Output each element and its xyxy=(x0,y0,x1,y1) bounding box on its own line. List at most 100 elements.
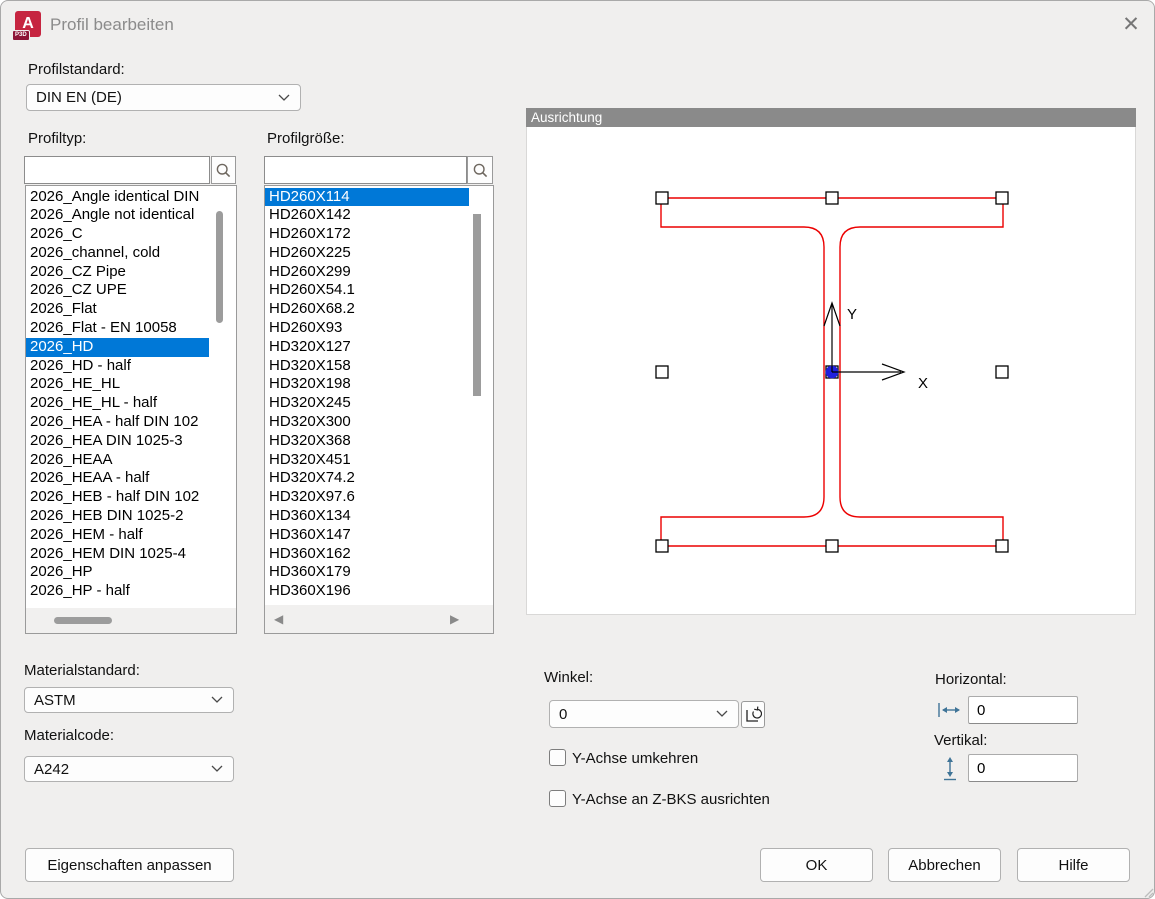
magnifier-icon xyxy=(472,162,489,179)
material-code-label: Materialcode: xyxy=(24,727,114,744)
profile-standard-label: Profilstandard: xyxy=(28,61,125,78)
profile-type-search-input[interactable] xyxy=(24,156,210,184)
list-item[interactable]: 2026_HP xyxy=(26,563,209,582)
window-title: Profil bearbeiten xyxy=(50,15,174,35)
list-item[interactable]: HD260X142 xyxy=(265,206,469,225)
list-item[interactable]: 2026_channel, cold xyxy=(26,244,209,263)
list-item[interactable]: HD260X54.1 xyxy=(265,281,469,300)
list-item[interactable]: HD360X162 xyxy=(265,545,469,564)
list-item[interactable]: HD360X147 xyxy=(265,526,469,545)
list-item[interactable]: 2026_Angle not identical xyxy=(26,206,209,225)
horizontal-offset-icon xyxy=(937,702,964,718)
profile-standard-select[interactable]: DIN EN (DE) xyxy=(26,84,301,111)
list-item[interactable]: 2026_HE_HL - half xyxy=(26,394,209,413)
list-item[interactable]: HD320X451 xyxy=(265,451,469,470)
list-item[interactable]: HD260X299 xyxy=(265,263,469,282)
angle-select[interactable]: 0 xyxy=(549,700,739,728)
vertical-label: Vertikal: xyxy=(934,732,987,749)
list-item[interactable]: HD360X134 xyxy=(265,507,469,526)
list-item[interactable]: 2026_CZ UPE xyxy=(26,281,209,300)
list-item[interactable]: HD260X172 xyxy=(265,225,469,244)
profile-type-search-button[interactable] xyxy=(211,156,236,184)
profile-size-label: Profilgröße: xyxy=(267,130,345,147)
horizontal-offset-input[interactable] xyxy=(968,696,1078,724)
profile-type-list[interactable]: 2026_Angle identical DIN2026_Angle not i… xyxy=(26,188,209,602)
resize-grip[interactable] xyxy=(1142,886,1154,898)
vertical-offset-input[interactable] xyxy=(968,754,1078,782)
list-item[interactable]: HD320X97.6 xyxy=(265,488,469,507)
scroll-left-icon[interactable]: ◀ xyxy=(274,612,283,626)
app-icon-badge: P3D xyxy=(12,30,30,41)
list-item[interactable]: HD320X198 xyxy=(265,375,469,394)
magnifier-icon xyxy=(215,162,232,179)
list-item[interactable]: 2026_HEB DIN 1025-2 xyxy=(26,507,209,526)
list-item[interactable]: HD320X245 xyxy=(265,394,469,413)
profile-size-list[interactable]: HD260X114HD260X142HD260X172HD260X225HD26… xyxy=(265,188,469,602)
list-item[interactable]: 2026_HEA DIN 1025-3 xyxy=(26,432,209,451)
list-item[interactable]: 2026_CZ Pipe xyxy=(26,263,209,282)
profile-preview-svg: Y X xyxy=(527,127,1135,613)
cancel-button[interactable]: Abbrechen xyxy=(888,848,1001,882)
invert-y-axis-label: Y-Achse umkehren xyxy=(572,750,698,767)
angle-value: 0 xyxy=(559,706,567,723)
profile-size-search-button[interactable] xyxy=(467,156,493,184)
alignment-preview-canvas: Y X xyxy=(526,127,1136,615)
list-item[interactable]: HD360X179 xyxy=(265,563,469,582)
list-item[interactable]: HD260X68.2 xyxy=(265,300,469,319)
align-y-axis-zucs-checkbox[interactable] xyxy=(549,790,566,807)
material-code-select[interactable]: A242 xyxy=(24,756,234,782)
adjust-properties-button[interactable]: Eigenschaften anpassen xyxy=(25,848,234,882)
align-y-axis-zucs-label: Y-Achse an Z-BKS ausrichten xyxy=(572,791,770,808)
list-item[interactable]: 2026_HD xyxy=(26,338,209,357)
list-item[interactable]: HD320X300 xyxy=(265,413,469,432)
angle-label: Winkel: xyxy=(544,669,593,686)
list-item[interactable]: HD260X225 xyxy=(265,244,469,263)
profil-bearbeiten-dialog: A P3D Profil bearbeiten ✕ Profilstandard… xyxy=(0,0,1155,899)
list-item[interactable]: 2026_HEM DIN 1025-4 xyxy=(26,545,209,564)
list-item[interactable]: 2026_Angle identical DIN xyxy=(26,188,209,207)
material-code-value: A242 xyxy=(34,761,69,778)
axis-x-label: X xyxy=(918,375,928,392)
axis-y-label: Y xyxy=(847,306,857,323)
ok-button[interactable]: OK xyxy=(760,848,873,882)
list-item[interactable]: HD320X368 xyxy=(265,432,469,451)
list-item[interactable]: 2026_HEAA - half xyxy=(26,469,209,488)
chevron-down-icon xyxy=(716,710,728,718)
pick-angle-button[interactable] xyxy=(741,701,765,728)
autocad-plant3d-icon: A P3D xyxy=(15,11,41,37)
list-item[interactable]: 2026_HD - half xyxy=(26,357,209,376)
list-item[interactable]: HD320X74.2 xyxy=(265,469,469,488)
list-item[interactable]: 2026_HEAA xyxy=(26,451,209,470)
material-standard-select[interactable]: ASTM xyxy=(24,687,234,713)
help-button[interactable]: Hilfe xyxy=(1017,848,1130,882)
list-item[interactable]: 2026_HEA - half DIN 102 xyxy=(26,413,209,432)
chevron-down-icon xyxy=(211,696,223,704)
list-item[interactable]: HD320X127 xyxy=(265,338,469,357)
profile-type-vscrollbar-thumb[interactable] xyxy=(216,211,223,323)
list-item[interactable]: 2026_HEB - half DIN 102 xyxy=(26,488,209,507)
list-item[interactable]: 2026_HEM - half xyxy=(26,526,209,545)
scroll-right-icon[interactable]: ▶ xyxy=(450,612,459,626)
profile-type-label: Profiltyp: xyxy=(28,130,86,147)
list-item[interactable]: 2026_Flat - EN 10058 xyxy=(26,319,209,338)
material-standard-value: ASTM xyxy=(34,692,76,709)
material-standard-label: Materialstandard: xyxy=(24,662,140,679)
profile-size-search-input[interactable] xyxy=(264,156,467,184)
alignment-panel-header: Ausrichtung xyxy=(526,108,1136,127)
list-item[interactable]: HD320X158 xyxy=(265,357,469,376)
list-item[interactable]: HD360X196 xyxy=(265,582,469,601)
vertical-offset-icon xyxy=(942,756,958,781)
list-item[interactable]: 2026_HE_HL xyxy=(26,375,209,394)
profile-type-hscrollbar-thumb[interactable] xyxy=(54,617,112,624)
list-item[interactable]: HD260X93 xyxy=(265,319,469,338)
list-item[interactable]: HD260X114 xyxy=(265,188,469,207)
profile-size-vscrollbar-thumb[interactable] xyxy=(473,214,481,396)
list-item[interactable]: 2026_Flat xyxy=(26,300,209,319)
invert-y-axis-checkbox[interactable] xyxy=(549,749,566,766)
chevron-down-icon xyxy=(211,765,223,773)
list-item[interactable]: 2026_C xyxy=(26,225,209,244)
close-icon[interactable]: ✕ xyxy=(1116,10,1146,40)
chevron-down-icon xyxy=(278,94,290,102)
list-item[interactable]: 2026_HP - half xyxy=(26,582,209,601)
horizontal-label: Horizontal: xyxy=(935,671,1007,688)
